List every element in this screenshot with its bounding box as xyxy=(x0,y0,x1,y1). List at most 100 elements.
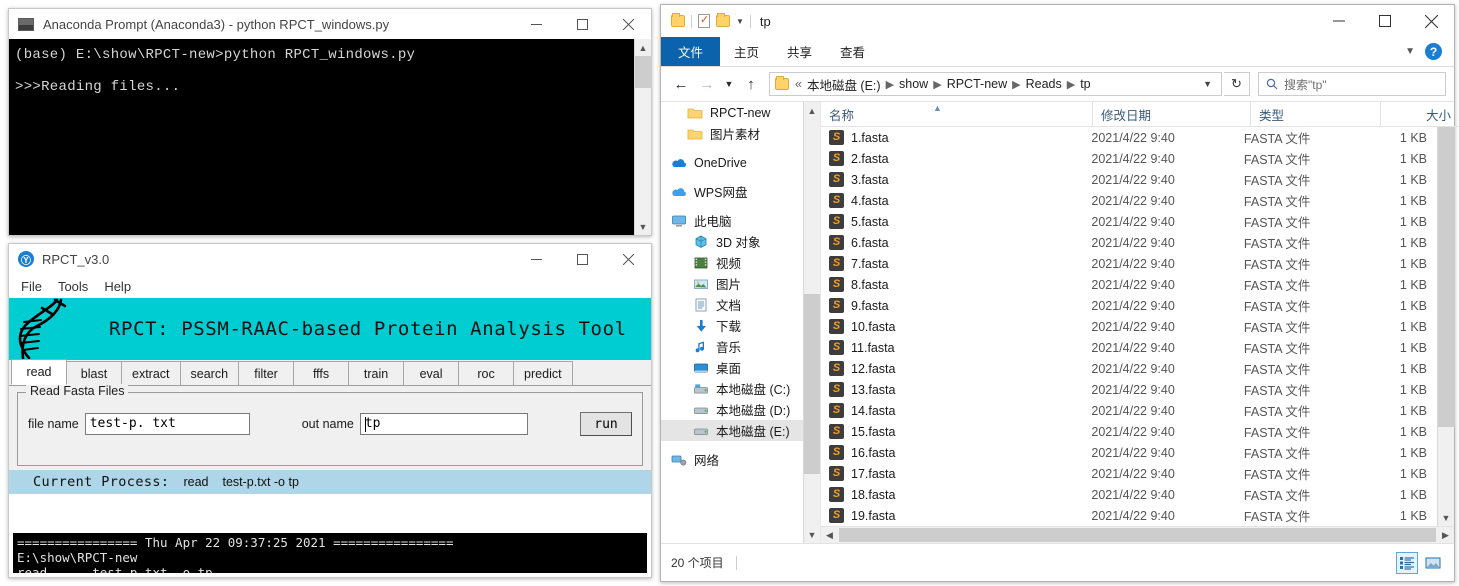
nav-item-music[interactable]: 音乐 xyxy=(661,336,803,357)
close-button[interactable] xyxy=(605,9,651,39)
table-row[interactable]: S 9.fasta 2021/4/22 9:40 FASTA 文件 1 KB xyxy=(821,295,1437,316)
close-button[interactable] xyxy=(605,244,651,274)
tab-predict[interactable]: predict xyxy=(513,361,573,385)
ribbon-tab-home[interactable]: 主页 xyxy=(720,37,773,66)
nav-item-onedrive[interactable]: OneDrive xyxy=(661,152,803,173)
nav-item-drive-e[interactable]: 本地磁盘 (E:) xyxy=(661,420,803,441)
chevron-down-icon[interactable]: ▼ xyxy=(736,17,744,26)
scrollbar-thumb[interactable] xyxy=(839,528,1436,542)
nav-item-rpct-new[interactable]: RPCT-new xyxy=(661,102,803,123)
anaconda-vertical-scrollbar[interactable]: ▲ ▼ xyxy=(634,39,652,235)
help-icon[interactable]: ? xyxy=(1425,43,1442,60)
run-button[interactable]: run xyxy=(580,412,632,436)
table-row[interactable]: S 10.fasta 2021/4/22 9:40 FASTA 文件 1 KB xyxy=(821,316,1437,337)
tab-train[interactable]: train xyxy=(348,361,405,385)
table-row[interactable]: S 17.fasta 2021/4/22 9:40 FASTA 文件 1 KB xyxy=(821,463,1437,484)
breadcrumb-item-show[interactable]: show xyxy=(899,77,928,91)
column-header-name[interactable]: 名称 xyxy=(821,102,1093,126)
chevron-down-icon[interactable]: ▼ xyxy=(1405,46,1415,57)
scroll-down-icon[interactable]: ▼ xyxy=(1438,509,1455,526)
scroll-left-icon[interactable]: ◀ xyxy=(821,527,838,543)
table-row[interactable]: S 8.fasta 2021/4/22 9:40 FASTA 文件 1 KB xyxy=(821,274,1437,295)
tab-search[interactable]: search xyxy=(179,361,240,385)
nav-item-documents[interactable]: 文档 xyxy=(661,294,803,315)
details-view-icon[interactable] xyxy=(1396,551,1418,574)
table-row[interactable]: S 7.fasta 2021/4/22 9:40 FASTA 文件 1 KB xyxy=(821,253,1437,274)
scroll-down-icon[interactable]: ▼ xyxy=(635,218,652,235)
table-row[interactable]: S 13.fasta 2021/4/22 9:40 FASTA 文件 1 KB xyxy=(821,379,1437,400)
breadcrumb-item-tp[interactable]: tp xyxy=(1080,77,1090,91)
minimize-button[interactable] xyxy=(513,9,559,39)
properties-icon[interactable] xyxy=(698,13,710,28)
rpct-titlebar[interactable]: Ⓨ RPCT_v3.0 xyxy=(9,244,651,274)
maximize-button[interactable] xyxy=(1362,5,1408,37)
tab-blast[interactable]: blast xyxy=(66,361,122,385)
refresh-icon[interactable]: ↻ xyxy=(1224,72,1250,96)
large-icons-view-icon[interactable] xyxy=(1422,552,1444,574)
new-folder-icon[interactable] xyxy=(716,13,730,27)
nav-item-network[interactable]: 网络 xyxy=(661,449,803,470)
back-button[interactable]: ← xyxy=(669,72,693,96)
breadcrumb-item-reads[interactable]: Reads xyxy=(1026,77,1062,91)
column-header-date[interactable]: 修改日期 xyxy=(1093,102,1251,126)
column-header-type[interactable]: 类型 xyxy=(1251,102,1381,126)
maximize-button[interactable] xyxy=(559,9,605,39)
table-row[interactable]: S 15.fasta 2021/4/22 9:40 FASTA 文件 1 KB xyxy=(821,421,1437,442)
navpane-vertical-scrollbar[interactable]: ▲ ▼ xyxy=(803,102,821,543)
nav-item-wps-cloud[interactable]: WPS网盘 xyxy=(661,181,803,202)
recent-locations-icon[interactable]: ▼ xyxy=(721,72,737,96)
ribbon-tab-share[interactable]: 共享 xyxy=(773,37,826,66)
nav-item-downloads[interactable]: 下载 xyxy=(661,315,803,336)
nav-item-image-assets[interactable]: 图片素材 xyxy=(661,123,803,144)
table-row[interactable]: S 6.fasta 2021/4/22 9:40 FASTA 文件 1 KB xyxy=(821,232,1437,253)
tab-fffs[interactable]: fffs xyxy=(293,361,350,385)
search-input[interactable]: 搜索"tp" xyxy=(1258,72,1446,96)
close-button[interactable] xyxy=(1408,5,1454,37)
folder-icon[interactable] xyxy=(671,13,685,27)
nav-item-drive-c[interactable]: 本地磁盘 (C:) xyxy=(661,378,803,399)
tab-extract[interactable]: extract xyxy=(121,361,181,385)
scroll-down-icon[interactable]: ▼ xyxy=(804,526,821,543)
nav-item-this-pc[interactable]: 此电脑 xyxy=(661,210,803,231)
table-row[interactable]: S 16.fasta 2021/4/22 9:40 FASTA 文件 1 KB xyxy=(821,442,1437,463)
explorer-titlebar[interactable]: ▼ tp xyxy=(661,5,1454,37)
address-breadcrumb-box[interactable]: « 本地磁盘 (E:) ▶ show ▶ RPCT-new ▶ Reads ▶ … xyxy=(769,72,1222,96)
ribbon-tab-view[interactable]: 查看 xyxy=(826,37,879,66)
nav-item-3d-objects[interactable]: 3D 对象 xyxy=(661,231,803,252)
minimize-button[interactable] xyxy=(1316,5,1362,37)
menu-item-help[interactable]: Help xyxy=(104,279,131,294)
maximize-button[interactable] xyxy=(559,244,605,274)
breadcrumb-item-drive[interactable]: 本地磁盘 (E:) xyxy=(807,75,881,94)
chevron-down-icon[interactable]: ▼ xyxy=(1198,79,1217,89)
file-list-vertical-scrollbar[interactable]: ▼ xyxy=(1437,127,1455,526)
table-row[interactable]: S 1.fasta 2021/4/22 9:40 FASTA 文件 1 KB xyxy=(821,127,1437,148)
nav-item-desktop[interactable]: 桌面 xyxy=(661,357,803,378)
tab-filter[interactable]: filter xyxy=(238,361,295,385)
table-row[interactable]: S 19.fasta 2021/4/22 9:40 FASTA 文件 1 KB xyxy=(821,505,1437,526)
up-button[interactable]: ↑ xyxy=(739,72,763,96)
minimize-button[interactable] xyxy=(513,244,559,274)
table-row[interactable]: S 12.fasta 2021/4/22 9:40 FASTA 文件 1 KB xyxy=(821,358,1437,379)
scrollbar-thumb[interactable] xyxy=(634,56,652,88)
nav-item-drive-d[interactable]: 本地磁盘 (D:) xyxy=(661,399,803,420)
scroll-up-icon[interactable]: ▲ xyxy=(804,102,821,119)
breadcrumb-item-rpct-new[interactable]: RPCT-new xyxy=(947,77,1007,91)
file-name-input[interactable]: test-p. txt xyxy=(84,413,250,435)
out-name-input[interactable]: tp xyxy=(359,413,528,435)
tab-roc[interactable]: roc xyxy=(458,361,515,385)
scrollbar-thumb[interactable] xyxy=(1437,127,1455,427)
nav-item-videos[interactable]: 视频 xyxy=(661,252,803,273)
anaconda-titlebar[interactable]: Anaconda Prompt (Anaconda3) - python RPC… xyxy=(9,9,651,39)
table-row[interactable]: S 11.fasta 2021/4/22 9:40 FASTA 文件 1 KB xyxy=(821,337,1437,358)
table-row[interactable]: S 18.fasta 2021/4/22 9:40 FASTA 文件 1 KB xyxy=(821,484,1437,505)
table-row[interactable]: S 2.fasta 2021/4/22 9:40 FASTA 文件 1 KB xyxy=(821,148,1437,169)
breadcrumb-overflow-icon[interactable]: « xyxy=(795,77,802,91)
ribbon-tab-file[interactable]: 文件 xyxy=(661,37,721,66)
scrollbar-thumb[interactable] xyxy=(803,294,821,474)
menu-item-tools[interactable]: Tools xyxy=(58,279,88,294)
scroll-up-icon[interactable]: ▲ xyxy=(635,39,652,56)
table-row[interactable]: S 4.fasta 2021/4/22 9:40 FASTA 文件 1 KB xyxy=(821,190,1437,211)
table-row[interactable]: S 5.fasta 2021/4/22 9:40 FASTA 文件 1 KB xyxy=(821,211,1437,232)
table-row[interactable]: S 14.fasta 2021/4/22 9:40 FASTA 文件 1 KB xyxy=(821,400,1437,421)
menu-item-file[interactable]: File xyxy=(21,279,42,294)
